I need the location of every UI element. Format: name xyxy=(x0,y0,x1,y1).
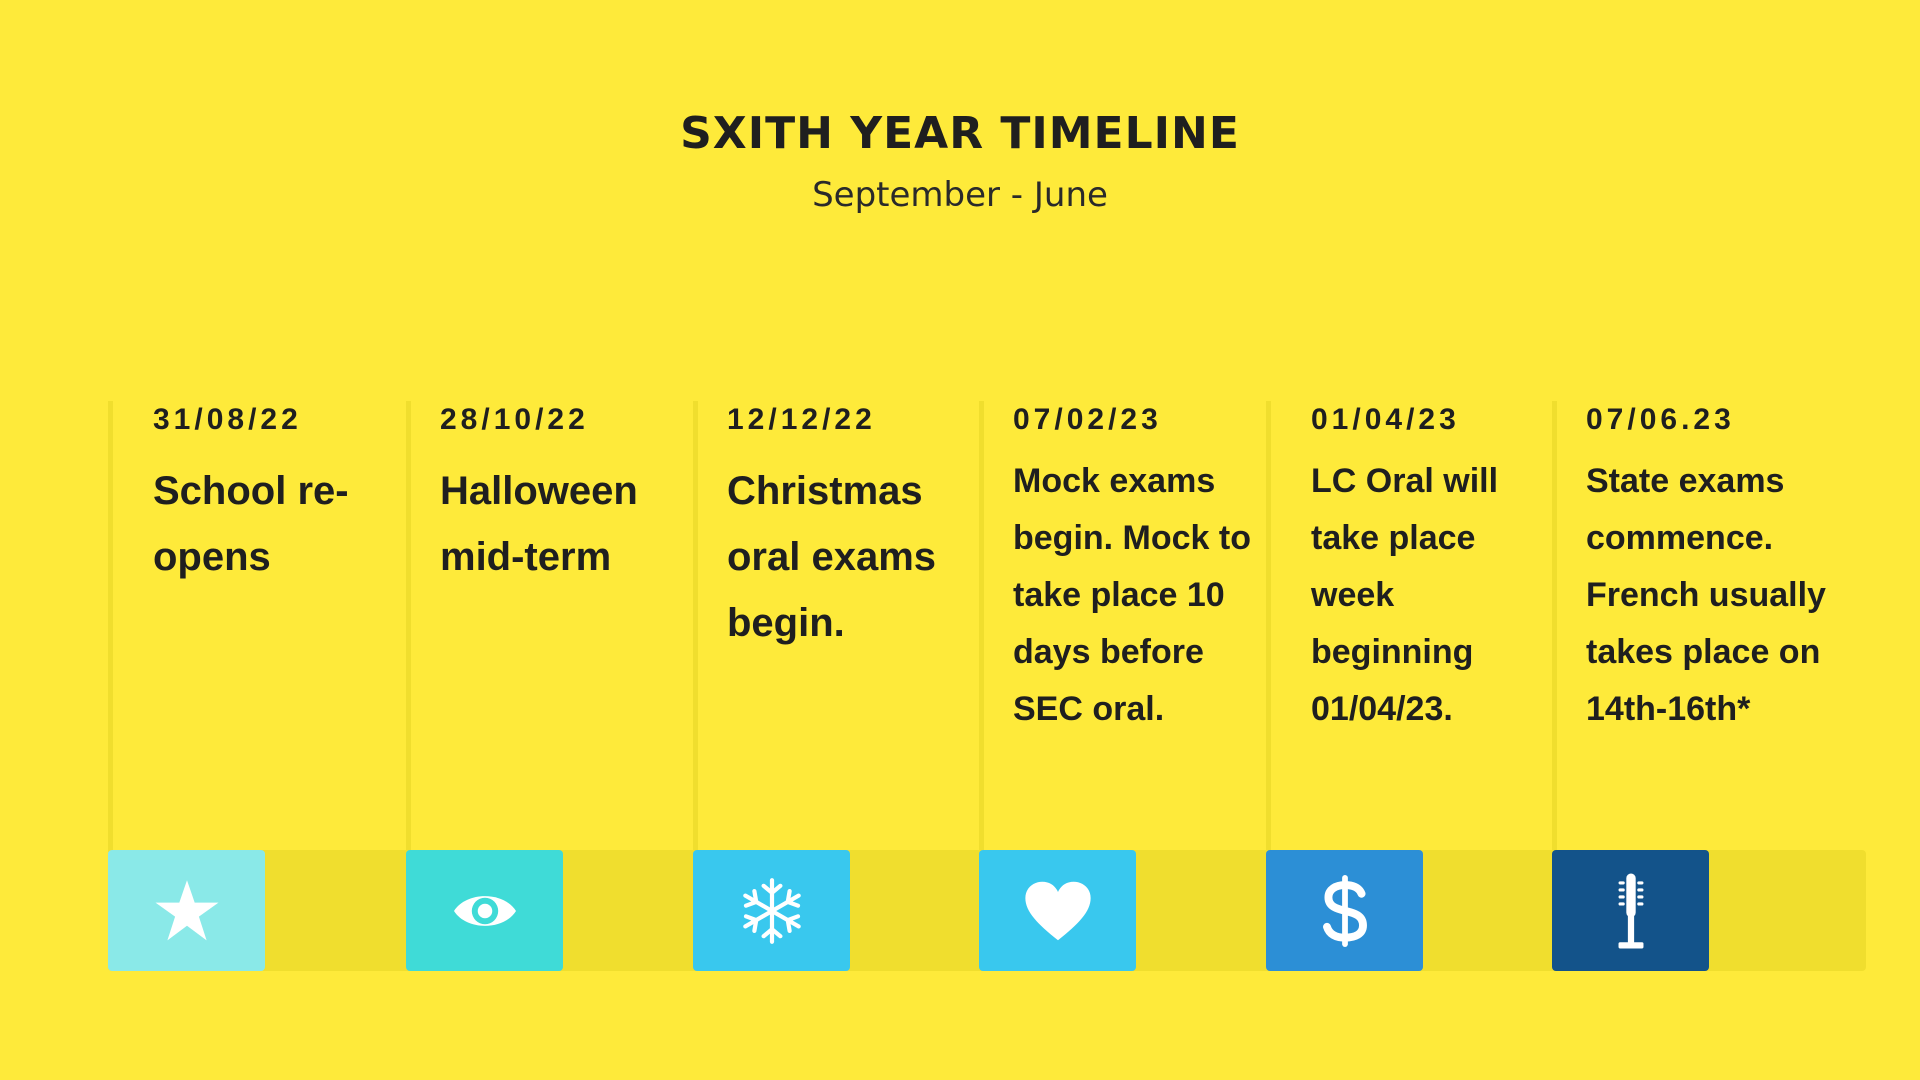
event-icon-box xyxy=(1266,850,1423,971)
event-date: 12/12/22 xyxy=(727,403,876,436)
eye-icon xyxy=(453,895,516,926)
snowflake-icon xyxy=(742,877,801,944)
timeline-divider xyxy=(108,401,113,852)
event-description: Mock exams begin. Mock to take place 10 … xyxy=(1013,462,1251,728)
event-date: 07/02/23 xyxy=(1013,403,1162,436)
timeline-divider xyxy=(1266,401,1271,852)
fountain-icon xyxy=(1618,873,1643,948)
page-subtitle: September - June xyxy=(812,175,1108,215)
event-description: Christmas oral exams begin. xyxy=(727,469,937,645)
timeline-divider xyxy=(1552,401,1557,852)
event-icon-box xyxy=(108,850,265,971)
timeline-divider xyxy=(979,401,984,852)
event-date: 01/04/23 xyxy=(1311,403,1460,436)
heart-icon xyxy=(1024,881,1091,940)
event-icon-box xyxy=(406,850,563,971)
event-date: 28/10/22 xyxy=(440,403,589,436)
event-description: State exams commence. French usually tak… xyxy=(1586,462,1826,728)
star-icon xyxy=(155,879,218,940)
timeline-divider xyxy=(693,401,698,852)
page-title: SXITH YEAR TIMELINE xyxy=(680,108,1240,159)
event-icon-box xyxy=(1552,850,1709,971)
event-description: LC Oral will take place week beginning 0… xyxy=(1311,462,1499,728)
event-date: 31/08/22 xyxy=(153,403,302,436)
event-icon-box xyxy=(693,850,850,971)
event-description: School re-opens xyxy=(153,469,349,579)
event-description: Halloween mid-term xyxy=(440,469,638,579)
timeline-divider xyxy=(406,401,411,852)
event-icon-box xyxy=(979,850,1136,971)
dollar-icon xyxy=(1322,874,1367,947)
event-date: 07/06.23 xyxy=(1586,403,1735,436)
